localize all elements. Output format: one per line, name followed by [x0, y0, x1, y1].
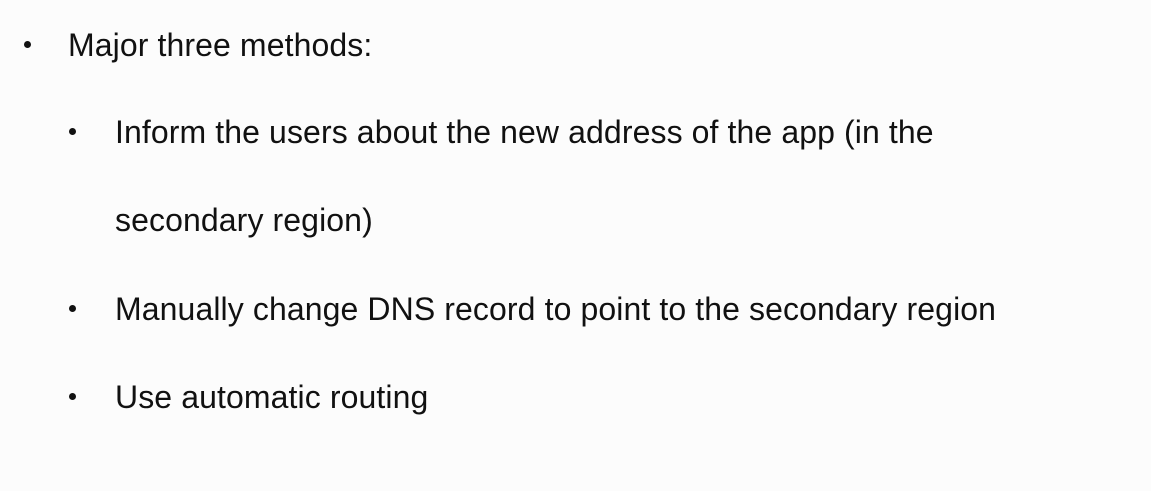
- slide: Major three methods: Inform the users ab…: [0, 0, 1151, 491]
- main-bullet-text: Major three methods:: [68, 27, 373, 63]
- sub-bullet-text-2: Manually change DNS record to point to t…: [115, 291, 997, 327]
- bullet-dot-icon: [69, 305, 76, 312]
- sub-bullet-text-1: Inform the users about the new address o…: [115, 114, 934, 238]
- sub-bullet-text-3: Use automatic routing: [115, 379, 429, 415]
- bullet-dot-icon: [24, 41, 31, 48]
- sub-bullet-row-2: Manually change DNS record to point to t…: [69, 290, 996, 328]
- main-bullet-row: Major three methods:: [24, 26, 372, 64]
- bullet-dot-icon: [69, 128, 76, 135]
- sub-bullet-row-3: Use automatic routing: [69, 378, 428, 416]
- bullet-dot-icon: [69, 393, 76, 400]
- sub-bullet-row-1: Inform the users about the new address o…: [69, 88, 1075, 264]
